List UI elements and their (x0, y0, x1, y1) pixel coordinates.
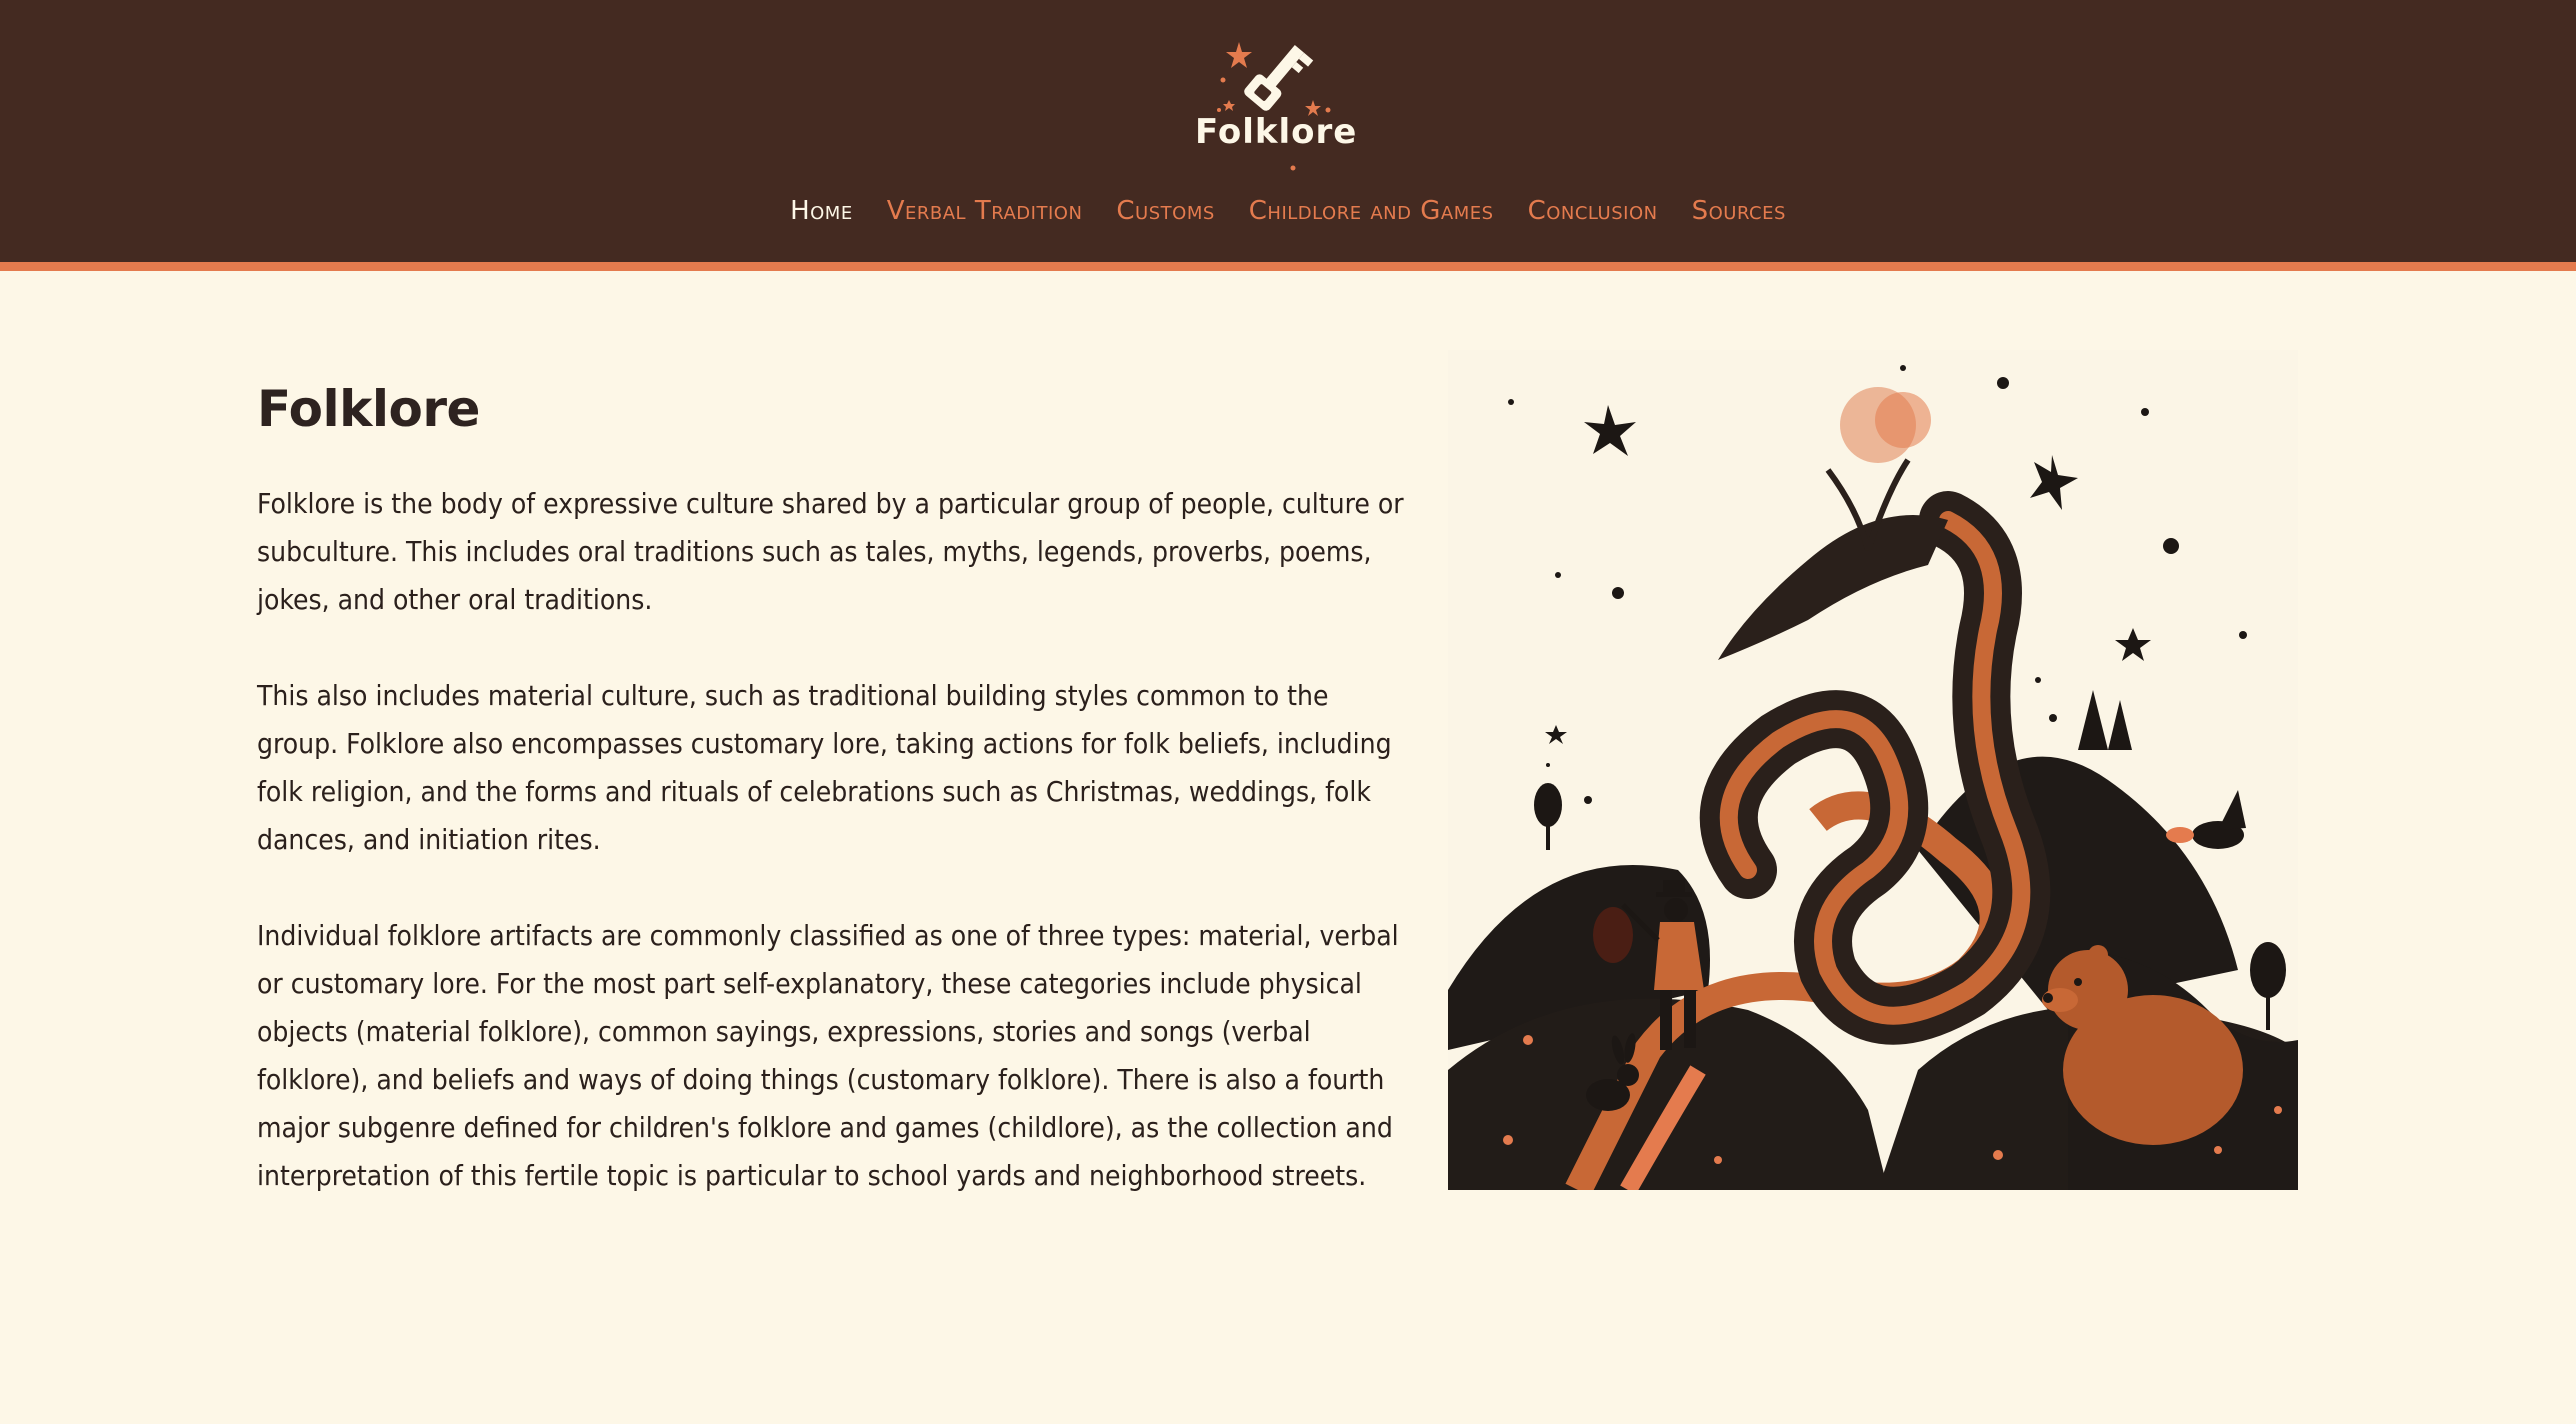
star-icon (1226, 42, 1252, 68)
nav-item-childlore-and-games[interactable]: Childlore and Games (1249, 196, 1494, 226)
logo-text: Folklore (1195, 112, 1358, 152)
main-content: Folklore Folklore is the body of express… (257, 380, 1407, 1248)
site-logo[interactable]: Folklore (1195, 30, 1358, 175)
site-header: Folklore Home Verbal Tradition Customs C… (0, 0, 2576, 271)
nav-item-verbal-tradition[interactable]: Verbal Tradition (887, 196, 1083, 226)
classification-paragraph: Individual folklore artifacts are common… (257, 919, 1399, 1192)
star-icon (1223, 100, 1235, 111)
page-title: Folklore (257, 380, 480, 438)
nav-item-conclusion[interactable]: Conclusion (1528, 196, 1658, 226)
intro-paragraph: Folklore is the body of expressive cultu… (257, 487, 1404, 616)
material-culture-paragraph: This also includes material culture, suc… (257, 679, 1392, 856)
nav-item-sources[interactable]: Sources (1692, 196, 1786, 226)
main-nav: Home Verbal Tradition Customs Childlore … (0, 196, 2576, 226)
nav-item-customs[interactable]: Customs (1116, 196, 1214, 226)
key-icon (1217, 42, 1331, 171)
folklore-illustration (1448, 350, 2298, 1190)
nav-item-home[interactable]: Home (790, 196, 853, 226)
